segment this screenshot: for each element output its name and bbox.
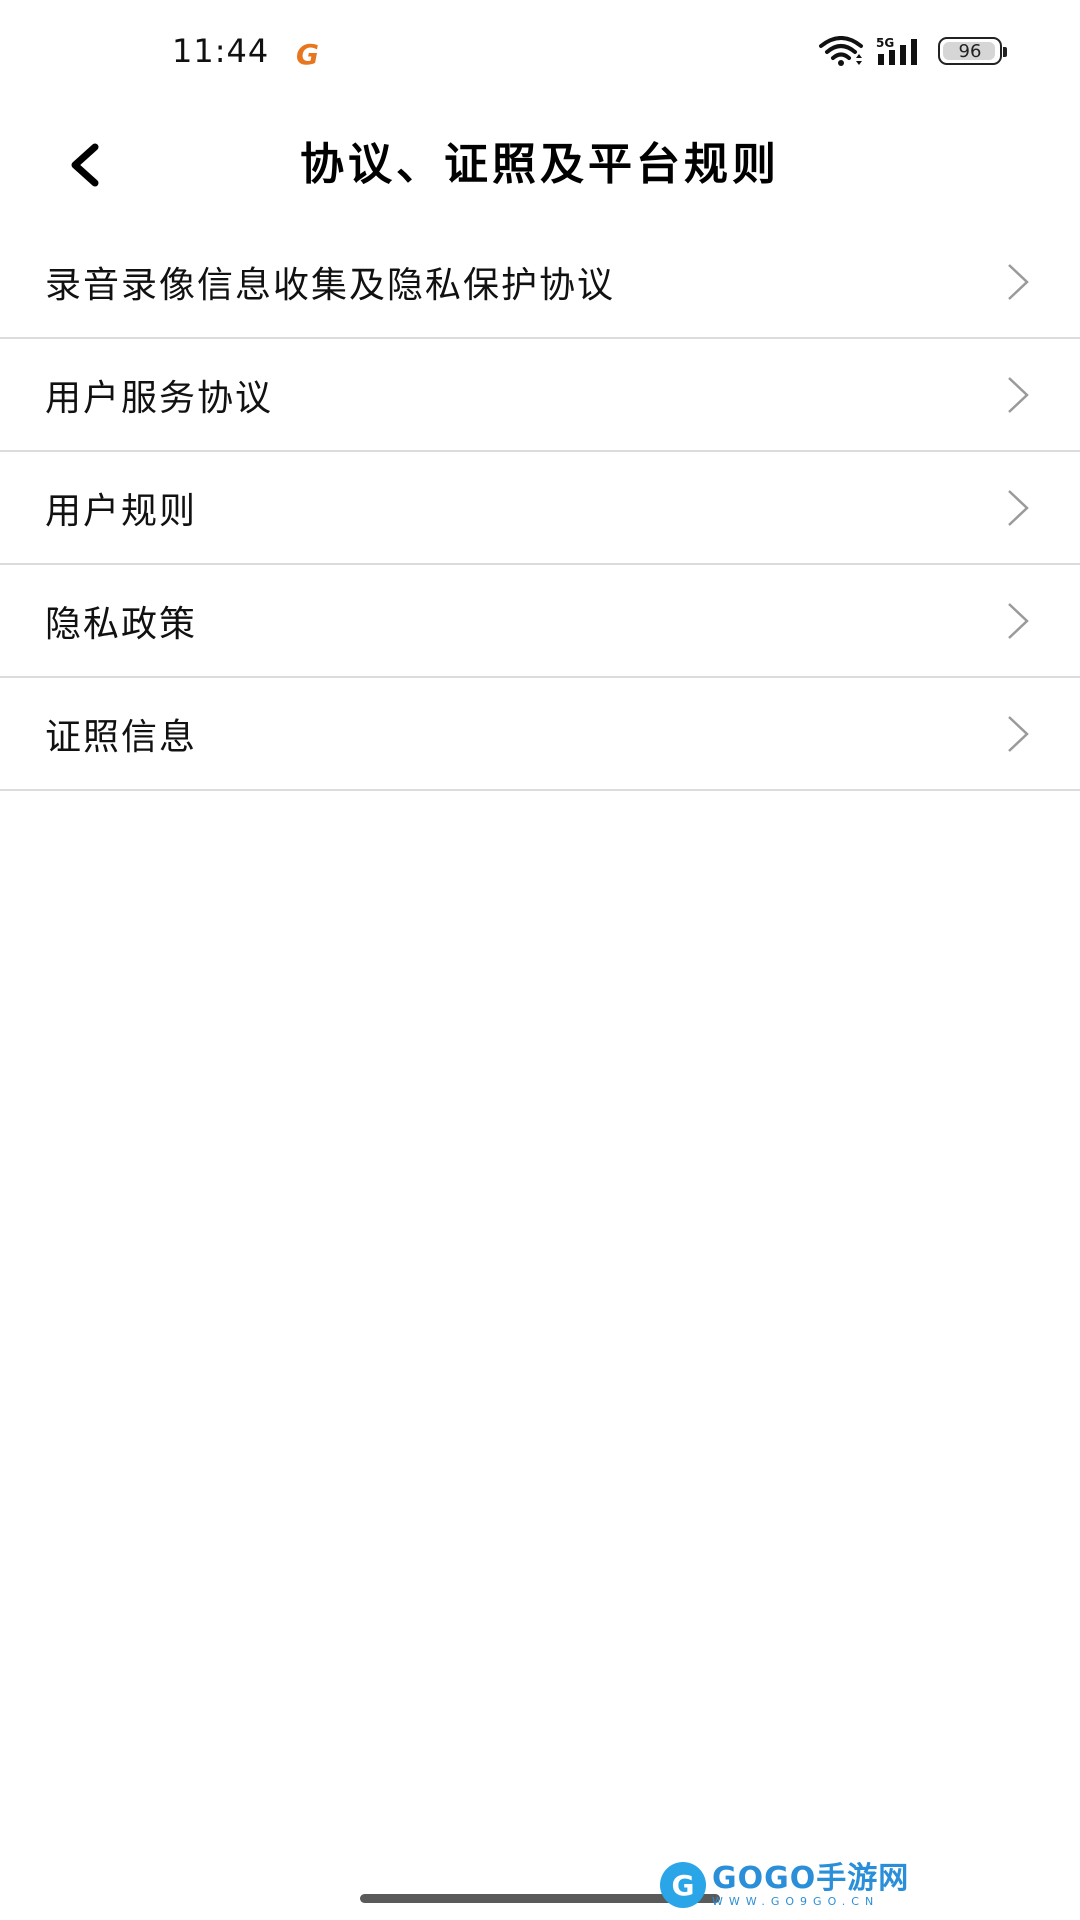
header: 协议、证照及平台规则 — [0, 110, 1080, 230]
cellular-signal-icon: 5G — [876, 36, 917, 65]
list-item-label: 用户规则 — [45, 490, 198, 532]
chevron-right-icon — [1008, 376, 1029, 413]
screen: 11:44 G 5G 96 协议、证照及平台规则 录音录像信息收集及隐私保护协议… — [0, 0, 1080, 1920]
watermark-subtext: WWW.GO9GO.CN — [712, 1894, 880, 1908]
list-item-license-info[interactable]: 证照信息 — [0, 678, 1080, 791]
status-bar: 11:44 G 5G 96 — [0, 0, 1080, 110]
chevron-right-icon — [1008, 263, 1029, 300]
status-time: 11:44 — [172, 32, 270, 70]
watermark-text-block: GOGO手游网 WWW.GO9GO.CN — [712, 1860, 910, 1908]
chevron-right-icon — [1008, 602, 1029, 639]
status-indicators: 5G 96 — [818, 36, 1007, 66]
watermark-text: GOGO手游网 — [712, 1860, 910, 1896]
battery-icon: 96 — [938, 37, 1007, 65]
watermark-logo-icon: G — [660, 1862, 706, 1908]
list-item-recording-privacy-agreement[interactable]: 录音录像信息收集及隐私保护协议 — [0, 226, 1080, 339]
list-item-label: 用户服务协议 — [45, 377, 274, 419]
network-type-label: 5G — [876, 36, 894, 50]
watermark: G GOGO手游网 WWW.GO9GO.CN — [660, 1862, 909, 1908]
chevron-right-icon — [1008, 489, 1029, 526]
list-item-label: 隐私政策 — [45, 603, 198, 645]
battery-tip — [1003, 47, 1007, 57]
battery-percentage: 96 — [958, 40, 982, 62]
agreements-list: 录音录像信息收集及隐私保护协议 用户服务协议 用户规则 隐私政策 证照信息 — [0, 226, 1080, 791]
list-item-user-rules[interactable]: 用户规则 — [0, 452, 1080, 565]
app-notification-icon: G — [296, 38, 319, 71]
wifi-icon — [819, 36, 863, 66]
page-title: 协议、证照及平台规则 — [300, 139, 780, 190]
list-item-label: 证照信息 — [45, 716, 198, 758]
chevron-right-icon — [1008, 715, 1029, 752]
list-item-label: 录音录像信息收集及隐私保护协议 — [45, 264, 616, 306]
list-item-privacy-policy[interactable]: 隐私政策 — [0, 565, 1080, 678]
list-item-user-service-agreement[interactable]: 用户服务协议 — [0, 339, 1080, 452]
